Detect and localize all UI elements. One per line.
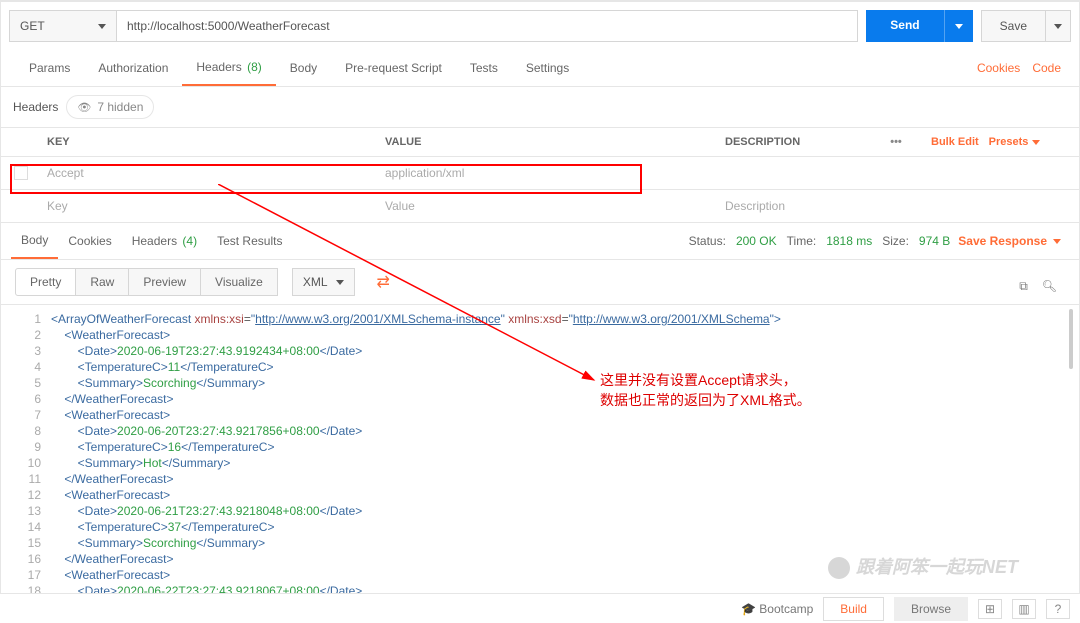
value-cell[interactable]: Value (379, 190, 719, 222)
resp-tab-cookies[interactable]: Cookies (58, 224, 121, 258)
save-response-label: Save Response (958, 234, 1047, 248)
save-dropdown[interactable] (1046, 11, 1070, 41)
resp-headers-label: Headers (132, 234, 177, 248)
key-cell[interactable]: Accept (41, 157, 379, 189)
chevron-down-icon (1053, 239, 1061, 244)
row-checkbox[interactable] (14, 166, 28, 180)
tab-tests[interactable]: Tests (456, 51, 512, 85)
col-key: KEY (41, 128, 379, 156)
chevron-down-icon (1054, 24, 1062, 29)
desc-cell[interactable] (719, 164, 1079, 182)
browse-button[interactable]: Browse (894, 597, 968, 621)
chevron-down-icon (955, 24, 963, 29)
desc-cell[interactable]: Description (719, 190, 1079, 222)
view-visualize[interactable]: Visualize (201, 268, 278, 296)
size-value: 974 B (919, 234, 950, 248)
line-gutter: 123456789101112131415161718 (1, 305, 51, 595)
tab-prerequest[interactable]: Pre-request Script (331, 51, 456, 85)
response-body: 123456789101112131415161718 <ArrayOfWeat… (1, 305, 1079, 595)
chevron-down-icon (98, 24, 106, 29)
status-value: 200 OK (736, 234, 777, 248)
hidden-count: 7 hidden (97, 100, 143, 114)
request-tabs: Params Authorization Headers (8) Body Pr… (1, 50, 1079, 87)
status-bar: 🎓 Bootcamp Build Browse ⊞ ▥ ? (0, 593, 1080, 623)
code-link[interactable]: Code (1032, 61, 1061, 75)
format-label: XML (303, 275, 328, 289)
annotation-line1: 这里并没有设置Accept请求头， (600, 370, 860, 390)
bulk-edit-link[interactable]: Bulk Edit (931, 136, 979, 148)
search-icon[interactable]: 🔍︎ (1042, 279, 1057, 293)
value-cell[interactable]: application/xml (379, 157, 719, 189)
eye-icon (77, 100, 91, 114)
help-icon[interactable]: ? (1046, 599, 1070, 619)
presets-label: Presets (989, 136, 1029, 148)
save-button[interactable]: Save (982, 11, 1046, 41)
response-tabs: Body Cookies Headers (4) Test Results St… (1, 223, 1079, 260)
chevron-down-icon (336, 280, 344, 285)
copy-icon[interactable]: ⧉ (1019, 279, 1028, 294)
headers-table-header: KEY VALUE DESCRIPTION ••• Bulk Edit Pres… (1, 128, 1079, 157)
headers-subheader: Headers 7 hidden (1, 87, 1079, 128)
send-button[interactable]: Send (866, 10, 944, 42)
resp-headers-count: (4) (182, 234, 197, 248)
send-dropdown[interactable] (945, 10, 973, 42)
resp-tab-test-results[interactable]: Test Results (207, 224, 292, 258)
watermark-text: 跟着阿笨一起玩NET (856, 557, 1018, 577)
http-method-label: GET (20, 19, 45, 33)
panel-bottom-icon[interactable]: ▥ (1012, 599, 1036, 619)
bootcamp-link[interactable]: 🎓 Bootcamp (741, 602, 813, 616)
tab-headers[interactable]: Headers (8) (182, 50, 275, 86)
resp-tab-headers[interactable]: Headers (4) (122, 224, 207, 258)
headers-title: Headers (13, 100, 58, 114)
time-value: 1818 ms (826, 234, 872, 248)
cookies-link[interactable]: Cookies (977, 61, 1020, 75)
wrap-icon[interactable]: ⇄ (369, 268, 398, 296)
status-label: Status: (689, 234, 726, 248)
view-raw[interactable]: Raw (76, 268, 129, 296)
tab-authorization[interactable]: Authorization (84, 51, 182, 85)
size-label: Size: (882, 234, 909, 248)
time-label: Time: (787, 234, 817, 248)
save-response-button[interactable]: Save Response (950, 224, 1069, 258)
panel-layout-icon[interactable]: ⊞ (978, 599, 1002, 619)
annotation-text: 这里并没有设置Accept请求头， 数据也正常的返回为了XML格式。 (600, 370, 860, 410)
format-select[interactable]: XML (292, 268, 355, 296)
code-content[interactable]: <ArrayOfWeatherForecast xmlns:xsi="http:… (51, 305, 1079, 595)
tab-settings[interactable]: Settings (512, 51, 583, 85)
annotation-line2: 数据也正常的返回为了XML格式。 (600, 390, 860, 410)
watermark: 跟着阿笨一起玩NET (828, 553, 1018, 579)
view-preview[interactable]: Preview (129, 268, 201, 296)
resp-tab-body[interactable]: Body (11, 223, 58, 259)
tab-headers-label: Headers (196, 60, 241, 74)
bootcamp-label: Bootcamp (759, 602, 813, 616)
presets-link[interactable]: Presets (989, 136, 1040, 148)
http-method-select[interactable]: GET (9, 10, 117, 42)
table-row[interactable]: Accept application/xml (1, 157, 1079, 190)
body-view-tabs: Pretty Raw Preview Visualize XML ⇄ ⧉ 🔍︎ (1, 260, 1079, 305)
watermark-icon (828, 557, 850, 579)
request-row: GET http://localhost:5000/WeatherForecas… (1, 0, 1079, 50)
build-button[interactable]: Build (823, 597, 884, 621)
hidden-headers-toggle[interactable]: 7 hidden (66, 95, 154, 119)
key-cell[interactable]: Key (41, 190, 379, 222)
table-row[interactable]: Key Value Description (1, 190, 1079, 223)
view-pretty[interactable]: Pretty (15, 268, 76, 296)
col-description: DESCRIPTION (719, 128, 861, 156)
url-input[interactable]: http://localhost:5000/WeatherForecast (117, 10, 858, 42)
tab-params[interactable]: Params (15, 51, 84, 85)
tab-headers-count: (8) (247, 60, 262, 74)
tab-body[interactable]: Body (276, 51, 331, 85)
col-value: VALUE (379, 128, 719, 156)
more-button[interactable]: ••• (861, 128, 931, 156)
scrollbar[interactable] (1069, 309, 1073, 369)
chevron-down-icon (1032, 140, 1040, 145)
